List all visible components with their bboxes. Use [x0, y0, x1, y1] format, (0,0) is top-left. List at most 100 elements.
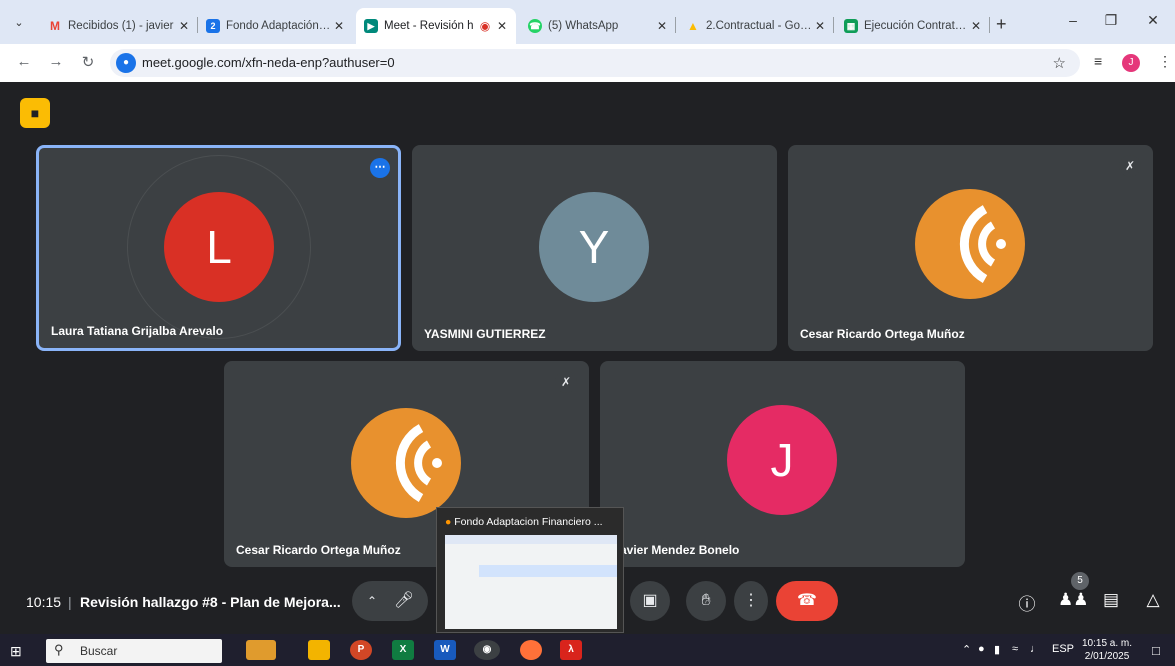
- people-icon[interactable]: ♟♟: [1058, 590, 1088, 610]
- forward-arrow-icon[interactable]: →: [46, 53, 66, 70]
- briefcase-icon[interactable]: [246, 640, 276, 660]
- bookmark-star-icon[interactable]: ☆: [1053, 54, 1066, 72]
- address-bar[interactable]: ● meet.google.com/xfn-neda-enp?authuser=…: [110, 49, 1080, 77]
- tab-divider: [989, 17, 990, 33]
- tab-docs[interactable]: 2 Fondo Adaptación - C ✕: [198, 8, 353, 44]
- close-icon[interactable]: ✕: [494, 19, 510, 33]
- thumbnail-toolbar: [445, 535, 617, 544]
- arcs-logo-icon: [959, 205, 1006, 283]
- wifi-icon[interactable]: ≈: [1012, 643, 1018, 655]
- powerpoint-icon[interactable]: P: [350, 640, 372, 660]
- company-logo-avatar: [351, 408, 461, 518]
- acrobat-icon[interactable]: λ: [560, 640, 582, 660]
- language-indicator[interactable]: ESP: [1052, 643, 1074, 655]
- whatsapp-icon: ☎: [528, 19, 542, 33]
- clock-date: 2/01/2025: [1084, 651, 1130, 662]
- participant-tile[interactable]: Y YASMINI GUTIERREZ: [412, 145, 777, 351]
- more-options-button[interactable]: ⋮: [734, 581, 768, 621]
- notification-icon[interactable]: □: [1152, 643, 1160, 658]
- tab-sheets[interactable]: ▦ Ejecución Contrato C ✕: [836, 8, 990, 44]
- avatar: Y: [539, 192, 649, 302]
- media-control-icon[interactable]: ≡: [1094, 53, 1102, 69]
- raise-hand-button[interactable]: ✋︎: [686, 581, 726, 621]
- close-icon[interactable]: ✕: [968, 19, 984, 33]
- search-placeholder: Buscar: [80, 644, 118, 658]
- participant-count-badge: 5: [1071, 572, 1089, 590]
- docs-icon: 2: [206, 19, 220, 33]
- participant-name: avier Mendez Bonelo: [620, 543, 740, 557]
- tab-meet[interactable]: ▶ Meet - Revisión h ◉ ✕: [356, 8, 516, 44]
- drive-icon: ▲: [687, 19, 699, 33]
- windows-taskbar: ⊞ ⚲ Buscar P X W ◉ λ ⌃ ● ▮ ≈ ♩ ESP □: [0, 634, 1175, 666]
- tab-label: (5) WhatsApp: [548, 20, 619, 32]
- screen: ⌄ M Recibidos (1) - javier ✕ 2 Fondo Ada…: [0, 0, 1175, 666]
- site-info-icon[interactable]: ●: [116, 53, 136, 73]
- taskbar-clock[interactable]: 10:15 a. m. 2/01/2025: [1082, 637, 1132, 663]
- tab-gmail[interactable]: M Recibidos (1) - javier ✕: [40, 8, 198, 44]
- chat-icon[interactable]: ▤: [1098, 590, 1124, 610]
- close-icon[interactable]: ✕: [176, 19, 192, 33]
- preview-title-text: Fondo Adaptacion Financiero ...: [454, 516, 603, 528]
- thumbnail-header: [479, 565, 617, 577]
- tab-label: Meet - Revisión h: [384, 20, 474, 32]
- participant-tile[interactable]: ✗ Cesar Ricardo Ortega Muñoz: [788, 145, 1153, 351]
- clock-time: 10:15 a. m.: [1082, 638, 1133, 649]
- meeting-info-divider: |: [68, 594, 72, 610]
- windows-start-icon[interactable]: ⊞: [10, 643, 22, 660]
- tray-mic-icon[interactable]: ●: [978, 643, 985, 655]
- new-tab-icon[interactable]: +: [996, 14, 1007, 35]
- leave-call-button[interactable]: ☎︎: [776, 581, 838, 621]
- firefox-icon[interactable]: [520, 640, 542, 660]
- avatar: J: [727, 405, 837, 515]
- meeting-time: 10:15: [26, 594, 62, 610]
- file-explorer-icon[interactable]: [308, 640, 330, 660]
- close-icon[interactable]: ✕: [331, 19, 347, 33]
- browser-tab-strip: ⌄ M Recibidos (1) - javier ✕ 2 Fondo Ada…: [0, 0, 1175, 44]
- participant-name: Cesar Ricardo Ortega Muñoz: [800, 327, 965, 341]
- company-logo-avatar: [915, 189, 1025, 299]
- battery-icon[interactable]: ▮: [994, 643, 1000, 656]
- mic-off-icon: ✗: [555, 371, 577, 393]
- browser-toolbar: ← → ↻ ● meet.google.com/xfn-neda-enp?aut…: [0, 44, 1175, 82]
- reload-icon[interactable]: ↻: [78, 53, 98, 71]
- gmail-icon: M: [50, 19, 60, 33]
- close-icon[interactable]: ✕: [654, 19, 670, 33]
- browser-menu-icon[interactable]: ⋮: [1158, 53, 1172, 70]
- minimize-icon[interactable]: –: [1058, 12, 1088, 28]
- profile-avatar[interactable]: J: [1122, 54, 1140, 72]
- activities-icon[interactable]: △: [1140, 590, 1166, 610]
- window-close-icon[interactable]: ✕: [1138, 12, 1168, 29]
- chevron-up-icon[interactable]: ⌃: [362, 581, 382, 621]
- microphone-icon[interactable]: 🎤︎: [384, 581, 424, 621]
- tab-whatsapp[interactable]: ☎ (5) WhatsApp ✕: [520, 8, 676, 44]
- more-options-icon[interactable]: ⋯: [370, 158, 390, 178]
- tab-search-chevron-icon[interactable]: ⌄: [8, 12, 30, 34]
- participant-name: Cesar Ricardo Ortega Muñoz: [236, 543, 401, 557]
- meeting-details-icon[interactable]: ⓘ: [1014, 590, 1040, 615]
- firefox-icon: ●: [445, 516, 452, 528]
- tray-chevron-icon[interactable]: ⌃: [962, 643, 971, 656]
- word-icon[interactable]: W: [434, 640, 456, 660]
- tab-drive[interactable]: ▲ 2.Contractual - Goog ✕: [678, 8, 834, 44]
- restore-icon[interactable]: ❐: [1096, 12, 1126, 29]
- present-screen-button[interactable]: ▣: [630, 581, 670, 621]
- tab-label: 2.Contractual - Goog: [706, 20, 812, 32]
- search-icon: ⚲: [54, 642, 64, 657]
- taskbar-window-preview[interactable]: ● Fondo Adaptacion Financiero ...: [436, 507, 624, 633]
- back-arrow-icon[interactable]: ←: [14, 53, 34, 70]
- participant-tile[interactable]: L ⋯ Laura Tatiana Grijalba Arevalo: [36, 145, 401, 351]
- speaker-icon[interactable]: ♩: [1030, 643, 1041, 655]
- tab-label: Recibidos (1) - javier: [68, 20, 174, 32]
- close-icon[interactable]: ✕: [812, 19, 828, 33]
- mic-control: ⌃ 🎤︎: [352, 581, 428, 621]
- chrome-icon[interactable]: ◉: [474, 640, 500, 660]
- participant-name: Laura Tatiana Grijalba Arevalo: [51, 324, 224, 338]
- tab-label: Fondo Adaptación - C: [226, 20, 331, 32]
- recording-icon: ◉: [479, 19, 491, 33]
- taskbar-search[interactable]: ⚲ Buscar: [46, 639, 222, 663]
- excel-icon[interactable]: X: [392, 640, 414, 660]
- participant-tile[interactable]: J avier Mendez Bonelo: [600, 361, 965, 567]
- camera-off-icon[interactable]: ■: [20, 98, 50, 128]
- avatar: L: [164, 192, 274, 302]
- sheets-icon: ▦: [844, 19, 858, 33]
